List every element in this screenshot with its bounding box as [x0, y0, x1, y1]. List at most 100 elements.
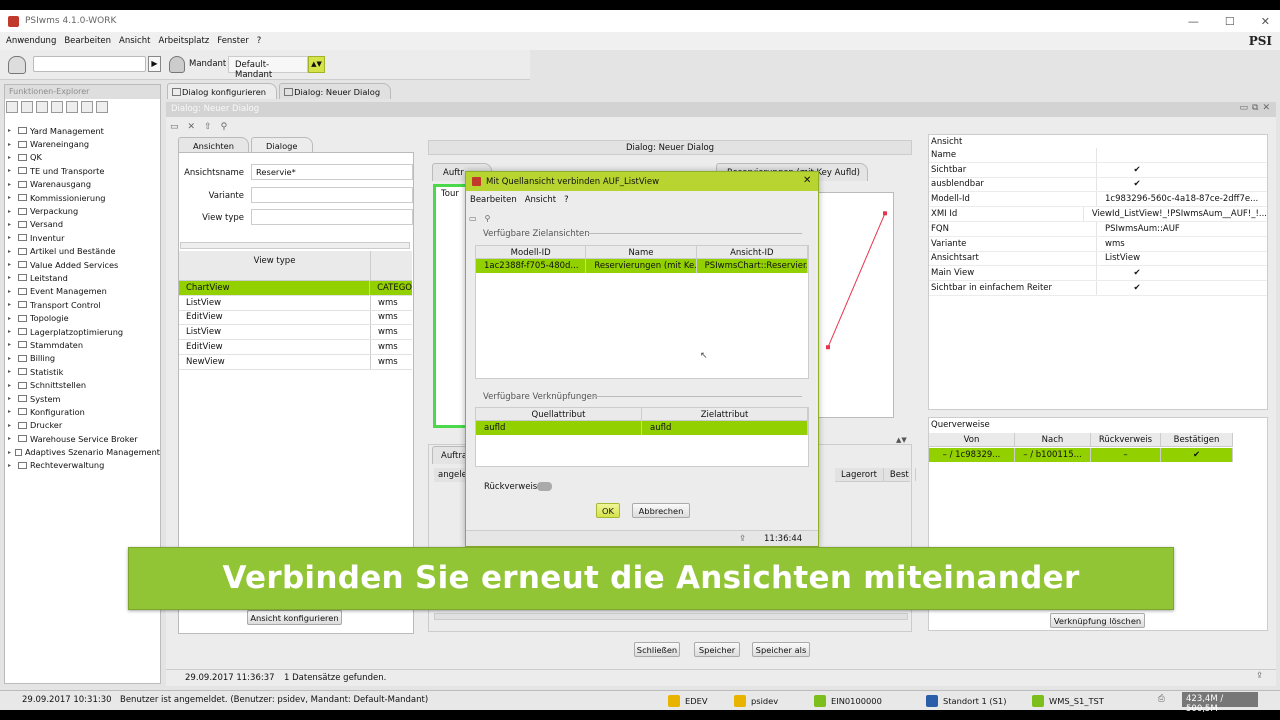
verknuepfungen-row[interactable]: aufld aufld [476, 421, 808, 435]
expand-arrow-icon[interactable]: ▸ [8, 194, 18, 201]
printer-icon[interactable]: ⎙ [1158, 694, 1165, 704]
explorer-item[interactable]: ▸ Verpackung [8, 204, 160, 217]
close-dialog-icon[interactable]: ✕ [1262, 103, 1270, 113]
ok-button[interactable]: OK [596, 503, 620, 518]
delete-icon[interactable]: ✕ [188, 122, 196, 132]
restore-icon[interactable]: ▭ [1240, 103, 1249, 113]
menu-anwendung[interactable]: Anwendung [6, 36, 56, 46]
folder-icon[interactable] [36, 101, 48, 113]
modal-new-icon[interactable]: ▭ [469, 214, 477, 223]
command-input[interactable] [33, 56, 146, 72]
rueckverweis-toggle[interactable] [537, 482, 552, 491]
menu-fenster[interactable]: Fenster [217, 36, 249, 46]
property-row[interactable]: XMI Id ViewId_ListView!_!PSIwmsAum__AUF!_… [929, 207, 1267, 222]
querverweise-row[interactable]: – / 1c98329... – / b100115... – ✔ [929, 448, 1233, 462]
new-icon[interactable]: ▭ [170, 122, 179, 132]
explorer-item[interactable]: ▸ Value Added Services [8, 258, 160, 271]
collapse-all-icon[interactable] [6, 101, 18, 113]
close-button[interactable]: ✕ [1261, 15, 1270, 28]
binoculars-icon[interactable] [66, 101, 78, 113]
menu-bearbeiten[interactable]: Bearbeiten [64, 36, 111, 46]
expand-arrow-icon[interactable]: ▸ [8, 181, 18, 188]
tab-dialog-konfigurieren[interactable]: Dialog konfigurieren [167, 83, 278, 99]
explorer-item[interactable]: ▸ Drucker [8, 419, 160, 432]
expand-arrow-icon[interactable]: ▸ [8, 234, 18, 241]
tab-neuer-dialog[interactable]: Dialog: Neuer Dialog [279, 83, 392, 99]
expand-arrow-icon[interactable]: ▸ [8, 221, 18, 228]
expand-arrow-icon[interactable]: ▸ [8, 462, 18, 469]
view-type-input[interactable] [251, 209, 413, 225]
expand-arrow-icon[interactable]: ▸ [8, 261, 18, 268]
verknuepfung-loeschen-button[interactable]: Verknüpfung löschen [1050, 613, 1145, 628]
view-type-row[interactable]: ListView wms [179, 325, 412, 341]
schliessen-button[interactable]: Schließen [634, 642, 680, 657]
ansicht-id-header[interactable]: Ansicht-ID [697, 246, 808, 258]
expand-arrow-icon[interactable]: ▸ [8, 315, 18, 322]
expand-all-icon[interactable] [21, 101, 33, 113]
explorer-item[interactable]: ▸ Warenausgang [8, 178, 160, 191]
expand-arrow-icon[interactable]: ▸ [8, 301, 18, 308]
menu-ansicht[interactable]: Ansicht [119, 36, 150, 46]
ansicht-konfigurieren-button[interactable]: Ansicht konfigurieren [247, 610, 342, 625]
explorer-item[interactable]: ▸ Artikel und Bestände [8, 245, 160, 258]
rueckverweis-header[interactable]: Rückverweis [1091, 433, 1161, 446]
sql-icon[interactable] [8, 56, 26, 74]
zielansichten-row[interactable]: 1ac2388f-f705-480d... Reservierungen (mi… [476, 259, 808, 273]
name-header[interactable]: Name [586, 246, 697, 258]
view-type-row[interactable]: NewView wms [179, 354, 412, 370]
float-icon[interactable]: ⧉ [1252, 103, 1258, 113]
explorer-item[interactable]: ▸ Kommissionierung [8, 191, 160, 204]
modal-export-icon[interactable]: ⇪ [739, 534, 746, 544]
explorer-item[interactable]: ▸ Statistik [8, 365, 160, 378]
bestaetigen-header[interactable]: Bestätigen [1161, 433, 1233, 446]
menu-help[interactable]: ? [257, 36, 262, 46]
explorer-item[interactable]: ▸ Versand [8, 218, 160, 231]
speicher-button[interactable]: Speicher [694, 642, 740, 657]
form-scrollbar[interactable] [180, 242, 410, 249]
expand-arrow-icon[interactable]: ▸ [8, 435, 18, 442]
collapse-arrows-icon[interactable]: ▲▼ [896, 436, 907, 444]
expand-arrow-icon[interactable]: ▸ [8, 167, 18, 174]
explorer-item[interactable]: ▸ System [8, 392, 160, 405]
expand-arrow-icon[interactable]: ▸ [8, 248, 18, 255]
lagerort-header[interactable]: Lagerort [835, 468, 884, 481]
filter-icon[interactable] [81, 101, 93, 113]
run-button[interactable]: ▶ [148, 56, 161, 72]
view-type-column-header[interactable]: View type [179, 251, 371, 280]
menu-arbeitsplatz[interactable]: Arbeitsplatz [158, 36, 209, 46]
expand-arrow-icon[interactable]: ▸ [8, 274, 18, 281]
modal-menu-bearbeiten[interactable]: Bearbeiten [470, 195, 517, 206]
explorer-item[interactable]: ▸ Topologie [8, 311, 160, 324]
explorer-item[interactable]: ▸ Wareneingang [8, 137, 160, 150]
abbrechen-button[interactable]: Abbrechen [632, 503, 690, 518]
lower-scrollbar[interactable] [434, 613, 908, 620]
memory-indicator[interactable]: 423,4M / 500,5M [1182, 692, 1258, 714]
explorer-item[interactable]: ▸ Lagerplatzoptimierung [8, 325, 160, 338]
expand-arrow-icon[interactable]: ▸ [8, 341, 18, 348]
minimize-button[interactable]: — [1188, 15, 1199, 28]
explorer-item[interactable]: ▸ Yard Management [8, 124, 160, 137]
explorer-item[interactable]: ▸ Schnittstellen [8, 378, 160, 391]
modal-pin-icon[interactable]: ⚲ [485, 214, 491, 223]
property-row[interactable]: Modell-Id 1c983296-560c-4a18-87ce-2dff7e.… [929, 192, 1267, 208]
property-row[interactable]: FQN PSIwmsAum::AUF [929, 222, 1267, 237]
explorer-item[interactable]: ▸ Billing [8, 352, 160, 365]
property-row[interactable]: Ansichtsart ListView [929, 251, 1267, 267]
expand-arrow-icon[interactable]: ▸ [8, 127, 18, 134]
view-type-row[interactable]: EditView wms [179, 340, 412, 355]
zielattribut-header[interactable]: Zielattribut [642, 408, 808, 420]
expand-arrow-icon[interactable]: ▸ [8, 449, 15, 456]
property-row[interactable]: ausblendbar ✔ [929, 177, 1267, 193]
mandant-field[interactable]: Default-Mandant [228, 56, 308, 80]
explorer-item[interactable]: ▸ Leitstand [8, 271, 160, 284]
expand-arrow-icon[interactable]: ▸ [8, 288, 18, 295]
export-icon[interactable]: ⇪ [1256, 671, 1263, 681]
modal-close-icon[interactable]: ✕ [803, 175, 811, 186]
modal-menu-ansicht[interactable]: Ansicht [525, 195, 556, 206]
maximize-button[interactable]: ☐ [1225, 15, 1235, 28]
explorer-item[interactable]: ▸ Konfiguration [8, 405, 160, 418]
view-type-row[interactable]: EditView wms [179, 310, 412, 326]
expand-arrow-icon[interactable]: ▸ [8, 395, 18, 402]
expand-arrow-icon[interactable]: ▸ [8, 382, 18, 389]
von-header[interactable]: Von [929, 433, 1015, 446]
